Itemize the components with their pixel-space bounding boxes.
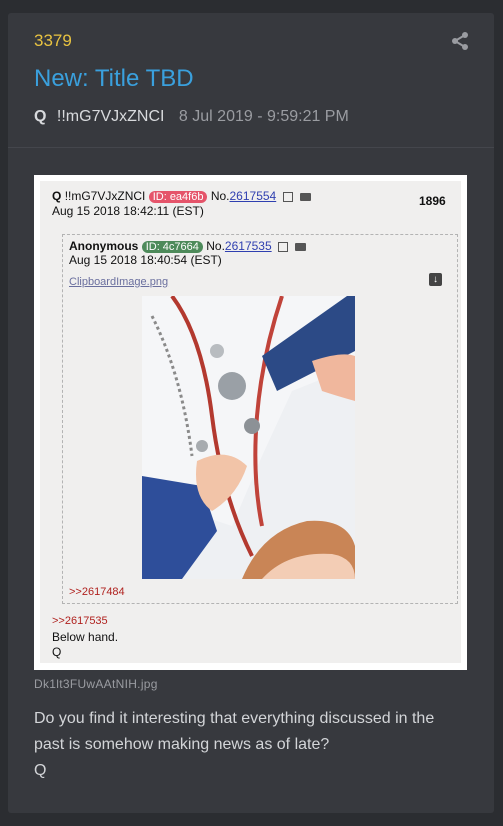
folder-icon bbox=[295, 242, 307, 251]
post-number[interactable]: 3379 bbox=[34, 31, 72, 51]
post-card: 3379 New: Title TBD Q !!mG7VJxZNCI 8 Jul… bbox=[8, 13, 494, 813]
screenshot-q-date: Aug 15 2018 18:42:11 (EST) bbox=[52, 204, 204, 218]
post-body-text: Do you find it interesting that everythi… bbox=[34, 710, 435, 753]
screenshot-q-trip: !!mG7VJxZNCI bbox=[64, 189, 146, 203]
screenshot-q-count: 1896 bbox=[419, 194, 446, 208]
attached-screenshot[interactable]: Q !!mG7VJxZNCI ID: ea4f6b No.2617554 Aug… bbox=[34, 175, 467, 670]
screenshot-anon-reply-ref: >>2617484 bbox=[69, 586, 125, 598]
screenshot-q-name: Q bbox=[52, 189, 62, 203]
quoted-post: Anonymous ID: 4c7664 No.2617535 Aug 15 2… bbox=[62, 234, 458, 604]
screenshot-file-link: ClipboardImage.png bbox=[69, 276, 169, 288]
share-icon[interactable] bbox=[450, 31, 470, 51]
screenshot-anon-id: ID: 4c7664 bbox=[141, 241, 203, 253]
post-title: New: Title TBD bbox=[34, 65, 194, 92]
post-signature: Q bbox=[34, 762, 47, 779]
download-icon: ↓ bbox=[429, 273, 442, 286]
screenshot-anon-no-label: No. bbox=[206, 239, 225, 253]
screenshot-anon-date: Aug 15 2018 18:40:54 (EST) bbox=[69, 253, 222, 267]
screenshot-q-no-label: No. bbox=[210, 189, 230, 203]
attachment-filename[interactable]: Dk1lt3FUwAAtNIH.jpg bbox=[34, 677, 158, 691]
author-tripcode: !!mG7VJxZNCI bbox=[56, 108, 165, 125]
embedded-photo bbox=[142, 296, 355, 579]
screenshot-q-reply-ref: >>2617535 bbox=[52, 615, 108, 627]
screenshot-anon-name: Anonymous bbox=[69, 239, 139, 253]
post-header: 3379 New: Title TBD Q !!mG7VJxZNCI 8 Jul… bbox=[8, 13, 494, 148]
author-line: Q !!mG7VJxZNCI 8 Jul 2019 - 9:59:21 PM bbox=[34, 108, 349, 126]
screenshot-q-reply-line1: Below hand. bbox=[52, 630, 119, 644]
screenshot-anon-header: Anonymous ID: 4c7664 No.2617535 bbox=[69, 239, 307, 253]
author-name: Q bbox=[34, 108, 47, 125]
folder-icon bbox=[299, 192, 311, 201]
screenshot-q-no: 2617554 bbox=[229, 189, 277, 203]
screenshot-q-reply-line2: Q bbox=[52, 645, 62, 659]
external-link-icon bbox=[277, 241, 288, 252]
screenshot-anon-no: 2617535 bbox=[224, 239, 272, 253]
external-link-icon bbox=[282, 191, 293, 202]
post-date: 8 Jul 2019 - 9:59:21 PM bbox=[178, 108, 349, 125]
screenshot-q-header: Q !!mG7VJxZNCI ID: ea4f6b No.2617554 bbox=[52, 189, 311, 203]
post-body: Do you find it interesting that everythi… bbox=[34, 706, 464, 784]
photo-drawing bbox=[142, 296, 355, 579]
screenshot-post: Q !!mG7VJxZNCI ID: ea4f6b No.2617554 Aug… bbox=[40, 181, 461, 663]
screenshot-q-id: ID: ea4f6b bbox=[148, 191, 208, 203]
